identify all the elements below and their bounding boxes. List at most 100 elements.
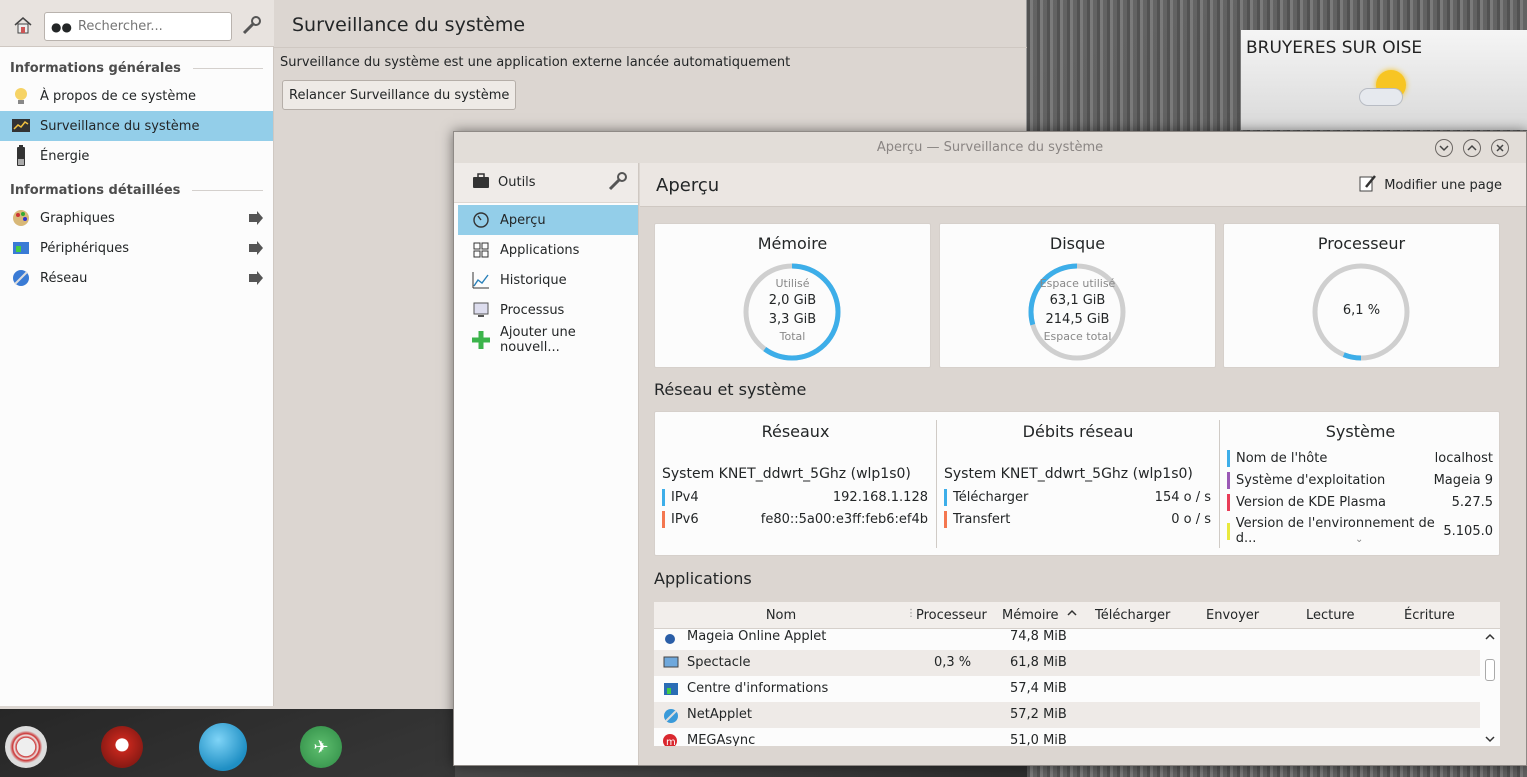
app-memory: 61,8 MiB (1010, 655, 1067, 670)
table-row[interactable]: Mageia Online Applet 74,8 MiB (654, 629, 1480, 650)
lightbulb-icon (10, 85, 32, 107)
plasma-color-bar (1227, 494, 1230, 511)
upload-value: 0 o / s (1171, 512, 1211, 527)
sidebar-item-network[interactable]: Réseau (0, 263, 273, 293)
cpu-card: Processeur 6,1 % (1223, 223, 1500, 368)
page-title: Surveillance du système (292, 14, 526, 36)
plasma-label: Version de KDE Plasma (1236, 495, 1387, 510)
add-icon (470, 329, 492, 351)
home-icon[interactable] (10, 12, 36, 38)
table-scrollbar[interactable] (1482, 629, 1498, 746)
paper-plane-icon[interactable]: ✈ (300, 726, 342, 768)
section-detailed-info: Informations détaillées (0, 177, 273, 203)
weather-widget[interactable]: BRUYERES SUR OISE (1241, 30, 1527, 130)
svg-text:m: m (666, 737, 676, 746)
tools-icon[interactable] (240, 13, 264, 41)
toolbox-icon (472, 172, 490, 193)
nav-label: Historique (500, 272, 567, 288)
column-resize-handle[interactable]: ⋮ (906, 608, 916, 619)
target-app-icon[interactable] (5, 726, 47, 768)
download-value: 154 o / s (1154, 490, 1211, 505)
search-field[interactable]: ●● (44, 12, 232, 41)
minimize-button[interactable] (1435, 139, 1453, 157)
arrow-right-icon (249, 271, 263, 289)
memory-used-value: 2,0 GiB (768, 293, 817, 308)
nav-processes[interactable]: Processus (458, 295, 638, 325)
column-header-memory[interactable]: Mémoire (1002, 608, 1059, 623)
configure-icon[interactable] (606, 169, 630, 197)
table-row[interactable]: Centre d'informations 57,4 MiB (654, 676, 1480, 702)
rates-iface: System KNET_ddwrt_5Ghz (wlp1s0) (944, 466, 1193, 482)
column-header-read[interactable]: Lecture (1306, 608, 1355, 623)
nav-label: Processus (500, 302, 565, 318)
scrollbar-thumb[interactable] (1485, 659, 1495, 681)
ipv6-value: fe80::5a00:e3ff:feb6:ef4b (760, 512, 928, 527)
edit-page-button[interactable]: Modifier une page (1358, 173, 1502, 197)
nav-overview[interactable]: Aperçu (458, 205, 638, 235)
relaunch-button[interactable]: Relancer Surveillance du système (282, 80, 517, 110)
disk-title: Disque (1049, 234, 1106, 253)
app-name: MEGAsync (687, 733, 756, 746)
system-title: Système (1325, 422, 1396, 441)
sidebar-item-label: Énergie (40, 148, 90, 164)
scroll-down-icon[interactable]: ⌄ (1355, 534, 1363, 545)
os-color-bar (1227, 472, 1230, 489)
arrow-right-icon (249, 211, 263, 229)
column-header-write[interactable]: Écriture (1404, 608, 1455, 623)
mageia-icon (663, 630, 677, 648)
download-color-bar (944, 489, 947, 506)
close-button[interactable] (1491, 139, 1509, 157)
memory-card: Mémoire Utilisé 2,0 GiB 3,3 GiB Total (654, 223, 931, 368)
disk-total-label: Espace total (1043, 330, 1112, 343)
column-header-upload[interactable]: Envoyer (1206, 608, 1259, 623)
gauge-icon (470, 209, 492, 231)
networks-iface: System KNET_ddwrt_5Ghz (wlp1s0) (662, 466, 911, 482)
weather-city: BRUYERES SUR OISE (1246, 38, 1423, 58)
scroll-up-icon[interactable] (1484, 631, 1496, 646)
ipv6-color-bar (662, 511, 665, 528)
sidebar-item-about[interactable]: À propos de ce système (0, 81, 273, 111)
frameworks-label: Version de l'environnement de d... (1235, 516, 1435, 546)
sidebar-item-graphics[interactable]: Graphiques (0, 203, 273, 233)
search-input[interactable] (77, 19, 228, 34)
memory-total-value: 3,3 GiB (768, 312, 817, 327)
column-header-download[interactable]: Télécharger (1095, 608, 1170, 623)
mega-icon: m (663, 734, 677, 746)
grid-icon (470, 239, 492, 261)
nav-add-page[interactable]: Ajouter une nouvell... (458, 325, 638, 355)
os-label: Système d'exploitation (1236, 473, 1386, 488)
system-monitor-window: Aperçu — Surveillance du système Outils … (453, 131, 1527, 766)
app-cpu: 0,3 % (934, 655, 972, 670)
blue-app-icon[interactable] (199, 723, 247, 771)
app-name: Centre d'informations (687, 681, 829, 696)
battery-icon (10, 145, 32, 167)
monitor-chart-icon (10, 115, 32, 137)
plasma-value: 5.27.5 (1451, 495, 1493, 510)
sidebar-item-devices[interactable]: Périphériques (0, 233, 273, 263)
os-value: Mageia 9 (1433, 473, 1493, 488)
app-name: Spectacle (687, 655, 751, 670)
sidebar-item-system-monitor[interactable]: Surveillance du système (0, 111, 273, 141)
scroll-down-icon[interactable] (1484, 733, 1496, 748)
maximize-button[interactable] (1463, 139, 1481, 157)
table-row[interactable]: NetApplet 57,2 MiB (654, 702, 1480, 728)
table-row[interactable]: m MEGAsync 51,0 MiB (654, 728, 1480, 746)
binoculars-icon: ●● (51, 19, 72, 34)
network-applet-icon (663, 708, 679, 728)
tools-header[interactable]: Outils (454, 163, 638, 203)
table-row[interactable]: Spectacle 0,3 % 61,8 MiB (654, 650, 1480, 676)
rates-title: Débits réseau (1022, 422, 1134, 441)
column-header-cpu[interactable]: Processeur (916, 608, 987, 623)
nav-label: Applications (500, 242, 580, 258)
flame-app-icon[interactable] (101, 726, 143, 768)
monitor-sidebar: Outils Aperçu Applications Historique Pr… (454, 163, 639, 765)
nav-applications[interactable]: Applications (458, 235, 638, 265)
column-header-name[interactable]: Nom (654, 608, 908, 623)
app-memory: 57,2 MiB (1010, 707, 1067, 722)
sidebar-item-energy[interactable]: Énergie (0, 141, 273, 171)
nav-history[interactable]: Historique (458, 265, 638, 295)
info-center-sidebar: Informations générales À propos de ce sy… (0, 47, 274, 706)
hostname-row: Nom de l'hôte localhost (1227, 450, 1493, 467)
cpu-title: Processeur (1317, 234, 1406, 253)
memory-total-label: Total (779, 330, 806, 343)
